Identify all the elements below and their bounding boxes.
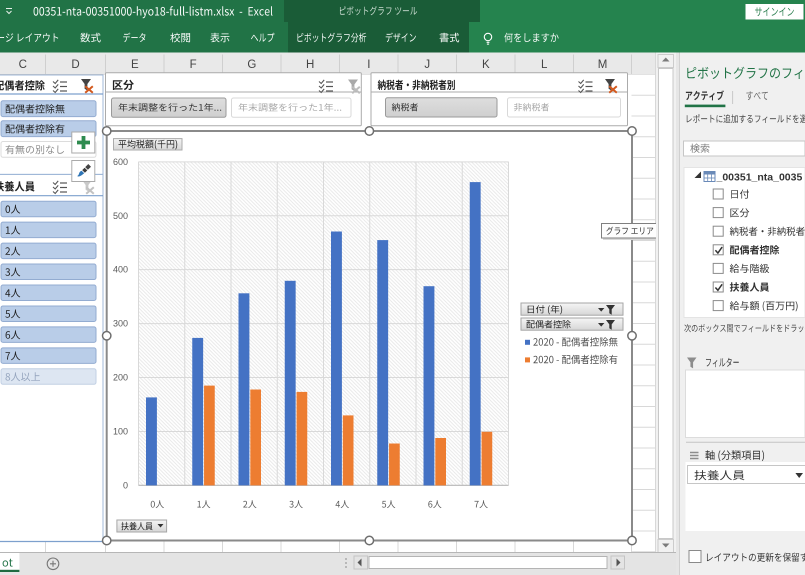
svg-text:G: G [247,59,256,71]
svg-text:K: K [482,59,490,71]
svg-text:C: C [19,59,27,71]
svg-text:300: 300 [113,319,128,329]
svg-text:400: 400 [113,265,128,275]
svg-text:L: L [541,59,548,71]
svg-text:500: 500 [113,211,128,221]
svg-text:E: E [131,59,139,71]
svg-text:J: J [424,59,430,71]
svg-text:_00351_nta_0035: _00351_nta_0035 [716,172,803,184]
svg-text:F: F [190,59,197,71]
svg-text:100: 100 [113,427,128,437]
svg-text:H: H [306,59,314,71]
svg-text:M: M [598,59,608,71]
svg-text:D: D [71,59,79,71]
svg-text:0: 0 [123,480,128,490]
svg-text:200: 200 [113,373,128,383]
svg-text:600: 600 [113,157,128,167]
svg-text:I: I [367,59,370,71]
